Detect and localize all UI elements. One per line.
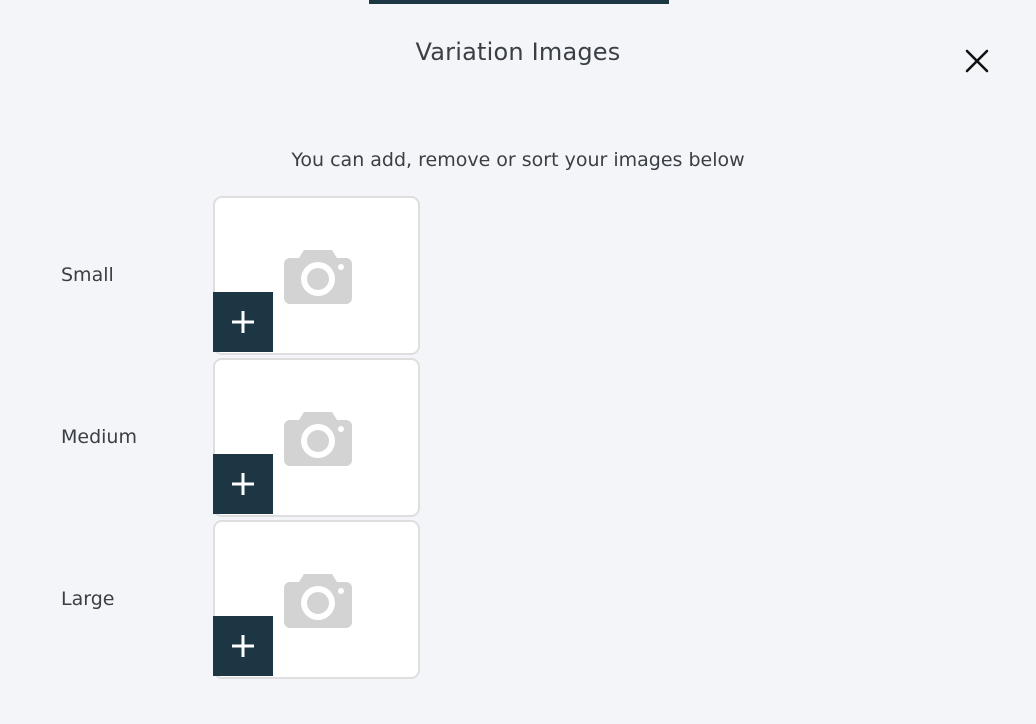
row-label-medium: Medium	[61, 426, 137, 448]
row-label-small: Small	[61, 264, 114, 286]
close-icon	[965, 49, 989, 73]
modal-subtitle: You can add, remove or sort your images …	[291, 149, 745, 171]
add-image-button-large[interactable]	[213, 616, 273, 676]
camera-icon	[284, 250, 352, 304]
top-accent-bar	[369, 0, 669, 4]
plus-icon	[232, 635, 254, 657]
modal-title: Variation Images	[415, 38, 621, 66]
plus-icon	[232, 311, 254, 333]
camera-icon	[284, 574, 352, 628]
close-button[interactable]	[962, 46, 992, 76]
camera-icon	[284, 412, 352, 466]
plus-icon	[232, 473, 254, 495]
add-image-button-medium[interactable]	[213, 454, 273, 514]
add-image-button-small[interactable]	[213, 292, 273, 352]
variation-row-small: Small	[0, 196, 1036, 355]
variation-row-medium: Medium	[0, 358, 1036, 517]
row-label-large: Large	[61, 588, 115, 610]
variation-row-large: Large	[0, 520, 1036, 679]
